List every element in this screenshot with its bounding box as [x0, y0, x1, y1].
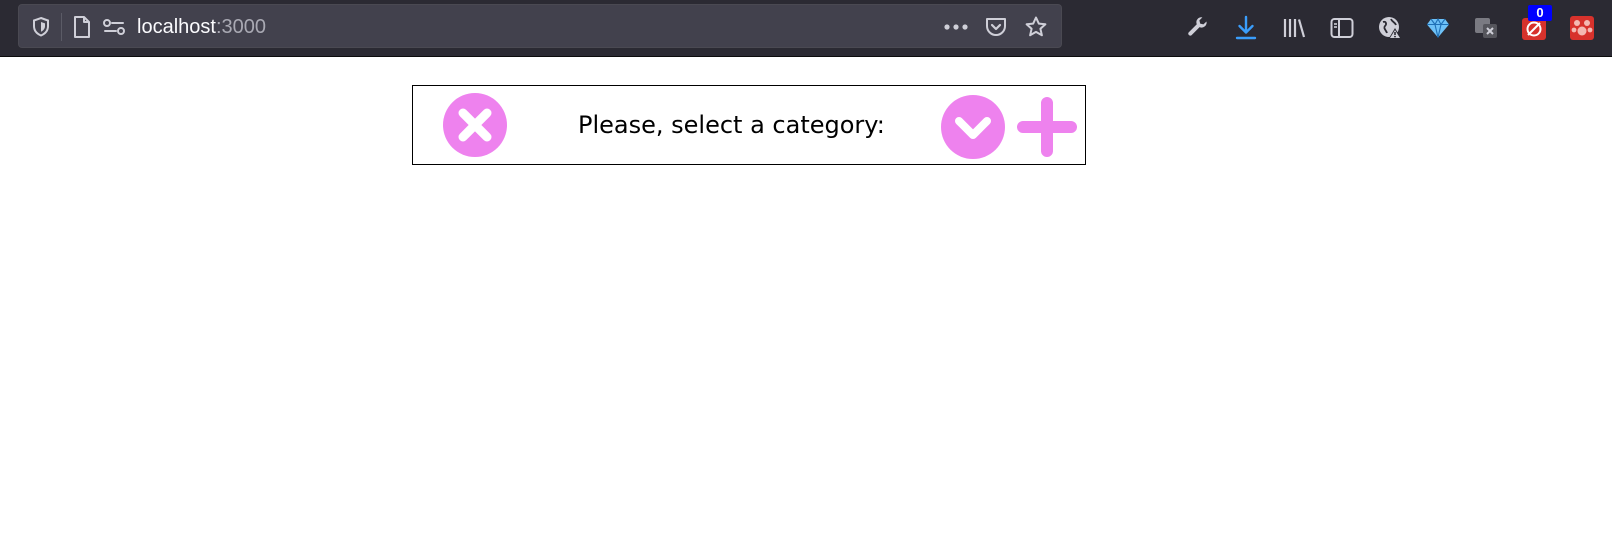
extension-badge-count: 0 [1528, 5, 1552, 21]
diamond-icon[interactable] [1420, 8, 1456, 48]
category-prompt: Please, select a category: [578, 111, 885, 139]
chevron-down-circle-icon [941, 95, 1005, 159]
add-button[interactable] [1017, 97, 1077, 157]
more-dots-icon[interactable] [941, 5, 971, 49]
translate-icon[interactable] [1468, 8, 1504, 48]
url-bar-separator [61, 13, 62, 41]
extension-badge-icon[interactable]: 0 [1516, 5, 1552, 48]
permissions-icon[interactable] [101, 5, 127, 49]
globe-warning-icon[interactable] [1372, 8, 1408, 48]
url-text[interactable]: localhost:3000 [137, 5, 266, 49]
star-icon[interactable] [1021, 5, 1051, 49]
shield-icon[interactable] [27, 5, 55, 49]
url-port: :3000 [215, 16, 266, 38]
sidebar-icon[interactable] [1324, 8, 1360, 48]
pocket-icon[interactable] [981, 5, 1011, 49]
close-circle-icon [443, 93, 507, 157]
wrench-icon[interactable] [1180, 8, 1216, 48]
category-selector: Please, select a category: [412, 85, 1086, 165]
url-host: localhost [137, 16, 216, 38]
plus-icon [1017, 97, 1077, 157]
browser-toolbar: localhost:3000 0 [0, 0, 1612, 57]
expand-button[interactable] [941, 95, 1005, 159]
clear-button[interactable] [443, 93, 507, 157]
extension-paw-icon[interactable] [1564, 8, 1600, 48]
download-icon[interactable] [1228, 8, 1264, 48]
library-icon[interactable] [1276, 8, 1312, 48]
url-bar[interactable]: localhost:3000 [18, 4, 1062, 48]
page-icon[interactable] [69, 5, 95, 49]
